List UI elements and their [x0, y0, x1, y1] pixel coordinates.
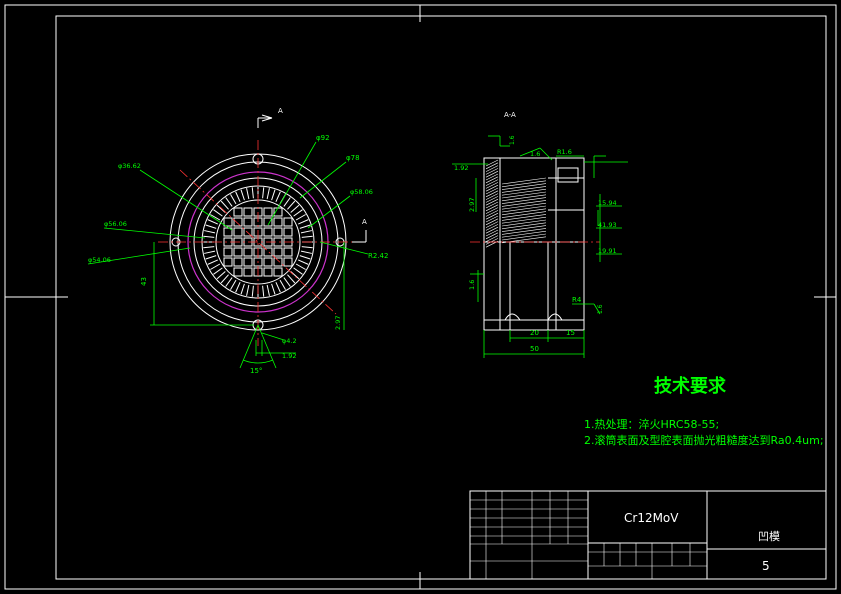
dim-v297: 2.97	[468, 198, 476, 212]
dim-c16: 1.6	[530, 150, 540, 158]
section-title: A-A	[504, 111, 516, 119]
sheet-number: 5	[762, 559, 770, 573]
dim-ang15: 15°	[250, 367, 262, 375]
rough-bottom: 1.6	[597, 304, 604, 314]
section-marker-top: A	[278, 107, 283, 115]
dim-r4: R4	[572, 296, 582, 304]
section-hatching	[485, 159, 547, 248]
front-view: A A φ92 φ78 φ36.62 φ58.06 φ56.06 φ54.06 …	[87, 107, 388, 375]
dim-d56: φ56.06	[104, 220, 127, 228]
dim-w192: 1.92	[282, 352, 296, 360]
tech-line-2: 2.滚筒表面及型腔表面抛光粗糙度达到Ra0.4um;	[584, 433, 824, 447]
dim-r242: R2.42	[368, 252, 388, 260]
dim-n20: 20	[530, 329, 539, 337]
material-label: Cr12MoV	[624, 511, 679, 525]
tech-heading: 技术要求	[654, 375, 727, 397]
dim-d36: φ36.62	[118, 162, 141, 170]
dim-d78: φ78	[346, 154, 360, 162]
dim-n50: 50	[530, 345, 539, 353]
dim-n15: 15	[566, 329, 575, 337]
dim-d1594: 15.94	[598, 199, 617, 207]
tech-requirements: 技术要求 1.热处理：淬火HRC58-55; 2.滚筒表面及型腔表面抛光粗糙度达…	[584, 375, 824, 447]
dim-d58: φ58.06	[350, 188, 373, 196]
dim-w297: 2.97	[334, 316, 342, 330]
tech-line-1: 1.热处理：淬火HRC58-55;	[584, 417, 719, 431]
dim-r16: R1.6	[557, 148, 572, 156]
dim-d4: φ4.2	[282, 337, 297, 345]
dim-v16: 1.6	[468, 280, 476, 290]
dim-d54: φ54.06	[88, 256, 111, 264]
dim-h43: 43	[140, 277, 148, 286]
section-view: A-A 1.92 2.97 1.6 R1.6 15.94 41.93 19.91…	[452, 111, 628, 358]
sheet-frame	[4, 4, 837, 590]
dim-d92: φ92	[316, 134, 330, 142]
dim-c192: 1.92	[454, 164, 468, 172]
dim-d4193: 41.93	[598, 221, 617, 229]
rough-top: 1.6	[509, 135, 516, 145]
drawing-name: 凹模	[758, 530, 780, 543]
dim-d1991: 19.91	[598, 247, 617, 255]
drawing-canvas: A A φ92 φ78 φ36.62 φ58.06 φ56.06 φ54.06 …	[4, 4, 837, 590]
section-marker-right: A	[362, 218, 367, 226]
